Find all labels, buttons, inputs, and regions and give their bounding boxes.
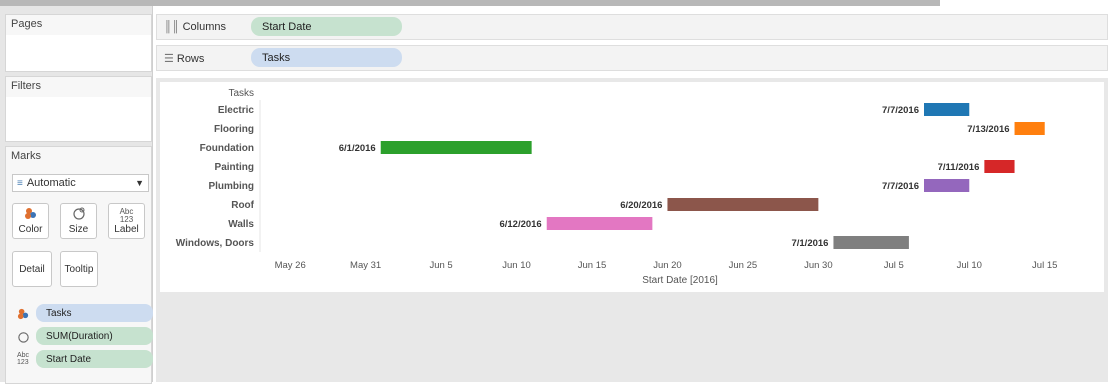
bar-data-label: 7/11/2016: [938, 162, 980, 173]
label-icon: Abc 123: [16, 352, 30, 366]
gantt-chart: Tasks Electric 7/7/2016 Flooring 7/13/2016 F…: [176, 88, 1058, 286]
columns-shelf[interactable]: ║║ Columns Start Date: [156, 14, 1108, 40]
x-tick-label: Jun 10: [502, 260, 531, 271]
pages-card-title: Pages: [11, 18, 43, 30]
marks-field-pill[interactable]: Tasks: [36, 304, 153, 322]
x-tick-label: Jun 5: [429, 260, 452, 271]
chevron-down-icon: ▼: [135, 178, 144, 188]
size-icon: [15, 328, 31, 344]
x-tick-label: Jul 10: [957, 260, 982, 271]
rows-pill-label: Tasks: [262, 51, 291, 64]
columns-shelf-label: ║║ Columns: [164, 21, 226, 33]
marks-card-title: Marks: [11, 150, 41, 162]
color-button[interactable]: Color: [12, 203, 49, 239]
tooltip-button[interactable]: Tooltip: [60, 251, 98, 287]
columns-icon: ║║: [164, 21, 180, 33]
rows-icon: ☰: [164, 53, 174, 65]
mark-type-icon: ≡: [17, 177, 23, 189]
x-tick-label: May 31: [350, 260, 381, 271]
filters-drop-area[interactable]: [6, 97, 151, 141]
bar-data-label: 6/1/2016: [339, 143, 376, 154]
filters-card-title: Filters: [11, 80, 41, 92]
task-label: Flooring: [214, 124, 254, 135]
gantt-bar[interactable]: [1014, 122, 1045, 135]
rows-pill[interactable]: Tasks: [251, 48, 402, 67]
marks-field-label: Tasks: [46, 307, 72, 319]
bar-data-label: 7/7/2016: [882, 105, 919, 116]
gantt-bar[interactable]: [924, 103, 970, 116]
x-axis-title: Start Date [2016]: [642, 275, 718, 286]
row-header: Tasks: [228, 88, 254, 99]
x-tick-label: Jun 20: [653, 260, 682, 271]
task-label: Painting: [215, 162, 254, 173]
rows-shelf-label: ☰ Rows: [164, 53, 205, 65]
task-label: Electric: [218, 105, 255, 116]
gantt-bar[interactable]: [984, 160, 1015, 173]
size-button-label: Size: [68, 224, 89, 235]
marks-field-pill[interactable]: Start Date: [36, 350, 153, 368]
rows-shelf[interactable]: ☰ Rows Tasks: [156, 45, 1108, 71]
bar-data-label: 7/7/2016: [882, 181, 919, 192]
marks-field-pill[interactable]: SUM(Duration): [36, 327, 153, 345]
filters-card[interactable]: Filters: [5, 76, 152, 142]
task-label: Windows, Doors: [176, 238, 255, 249]
bar-data-label: 7/1/2016: [791, 238, 828, 249]
color-button-label: Color: [18, 224, 43, 235]
bar-data-label: 6/20/2016: [620, 200, 662, 211]
marks-field-label: SUM(Duration): [46, 330, 113, 342]
gantt-bar[interactable]: [380, 141, 532, 154]
task-label: Walls: [228, 219, 254, 230]
gantt-bar[interactable]: [667, 198, 819, 211]
bar-data-label: 7/13/2016: [967, 124, 1009, 135]
size-icon: [61, 206, 96, 224]
columns-pill-label: Start Date: [262, 20, 312, 33]
mark-type-dropdown[interactable]: ≡ Automatic ▼: [12, 174, 149, 192]
task-label: Foundation: [200, 143, 254, 154]
label-icon: Abc 123: [119, 207, 134, 224]
x-tick-label: May 26: [275, 260, 306, 271]
gantt-bar[interactable]: [546, 217, 653, 230]
detail-button[interactable]: Detail: [12, 251, 52, 287]
color-icon: [15, 305, 31, 321]
pages-drop-area[interactable]: [6, 35, 151, 71]
chart-area: Tasks Electric 7/7/2016 Flooring 7/13/2016 F…: [160, 82, 1104, 292]
gantt-bar[interactable]: [924, 179, 970, 192]
marks-card: Marks ≡ Automatic ▼ Color Size Abc 123 La…: [5, 146, 153, 384]
pages-card[interactable]: Pages: [5, 14, 152, 72]
label-button-label: Label: [114, 224, 139, 235]
x-tick-label: Jun 15: [578, 260, 607, 271]
left-pane: Pages Filters Marks ≡ Automatic ▼ Color …: [0, 6, 153, 384]
size-button[interactable]: Size: [60, 203, 97, 239]
bar-data-label: 6/12/2016: [499, 219, 541, 230]
gantt-bar[interactable]: [833, 236, 909, 249]
columns-pill[interactable]: Start Date: [251, 17, 402, 36]
x-tick-label: Jul 15: [1032, 260, 1057, 271]
mark-type-value: Automatic: [26, 177, 76, 189]
x-tick-label: Jul 5: [884, 260, 904, 271]
tooltip-button-label: Tooltip: [64, 263, 94, 275]
marks-field-label: Start Date: [46, 353, 92, 365]
detail-button-label: Detail: [19, 263, 45, 275]
x-tick-label: Jun 30: [804, 260, 833, 271]
x-tick-label: Jun 25: [729, 260, 758, 271]
task-label: Plumbing: [208, 181, 254, 192]
task-label: Roof: [231, 200, 254, 211]
color-icon: [13, 206, 48, 224]
label-button[interactable]: Abc 123 Label: [108, 203, 145, 239]
